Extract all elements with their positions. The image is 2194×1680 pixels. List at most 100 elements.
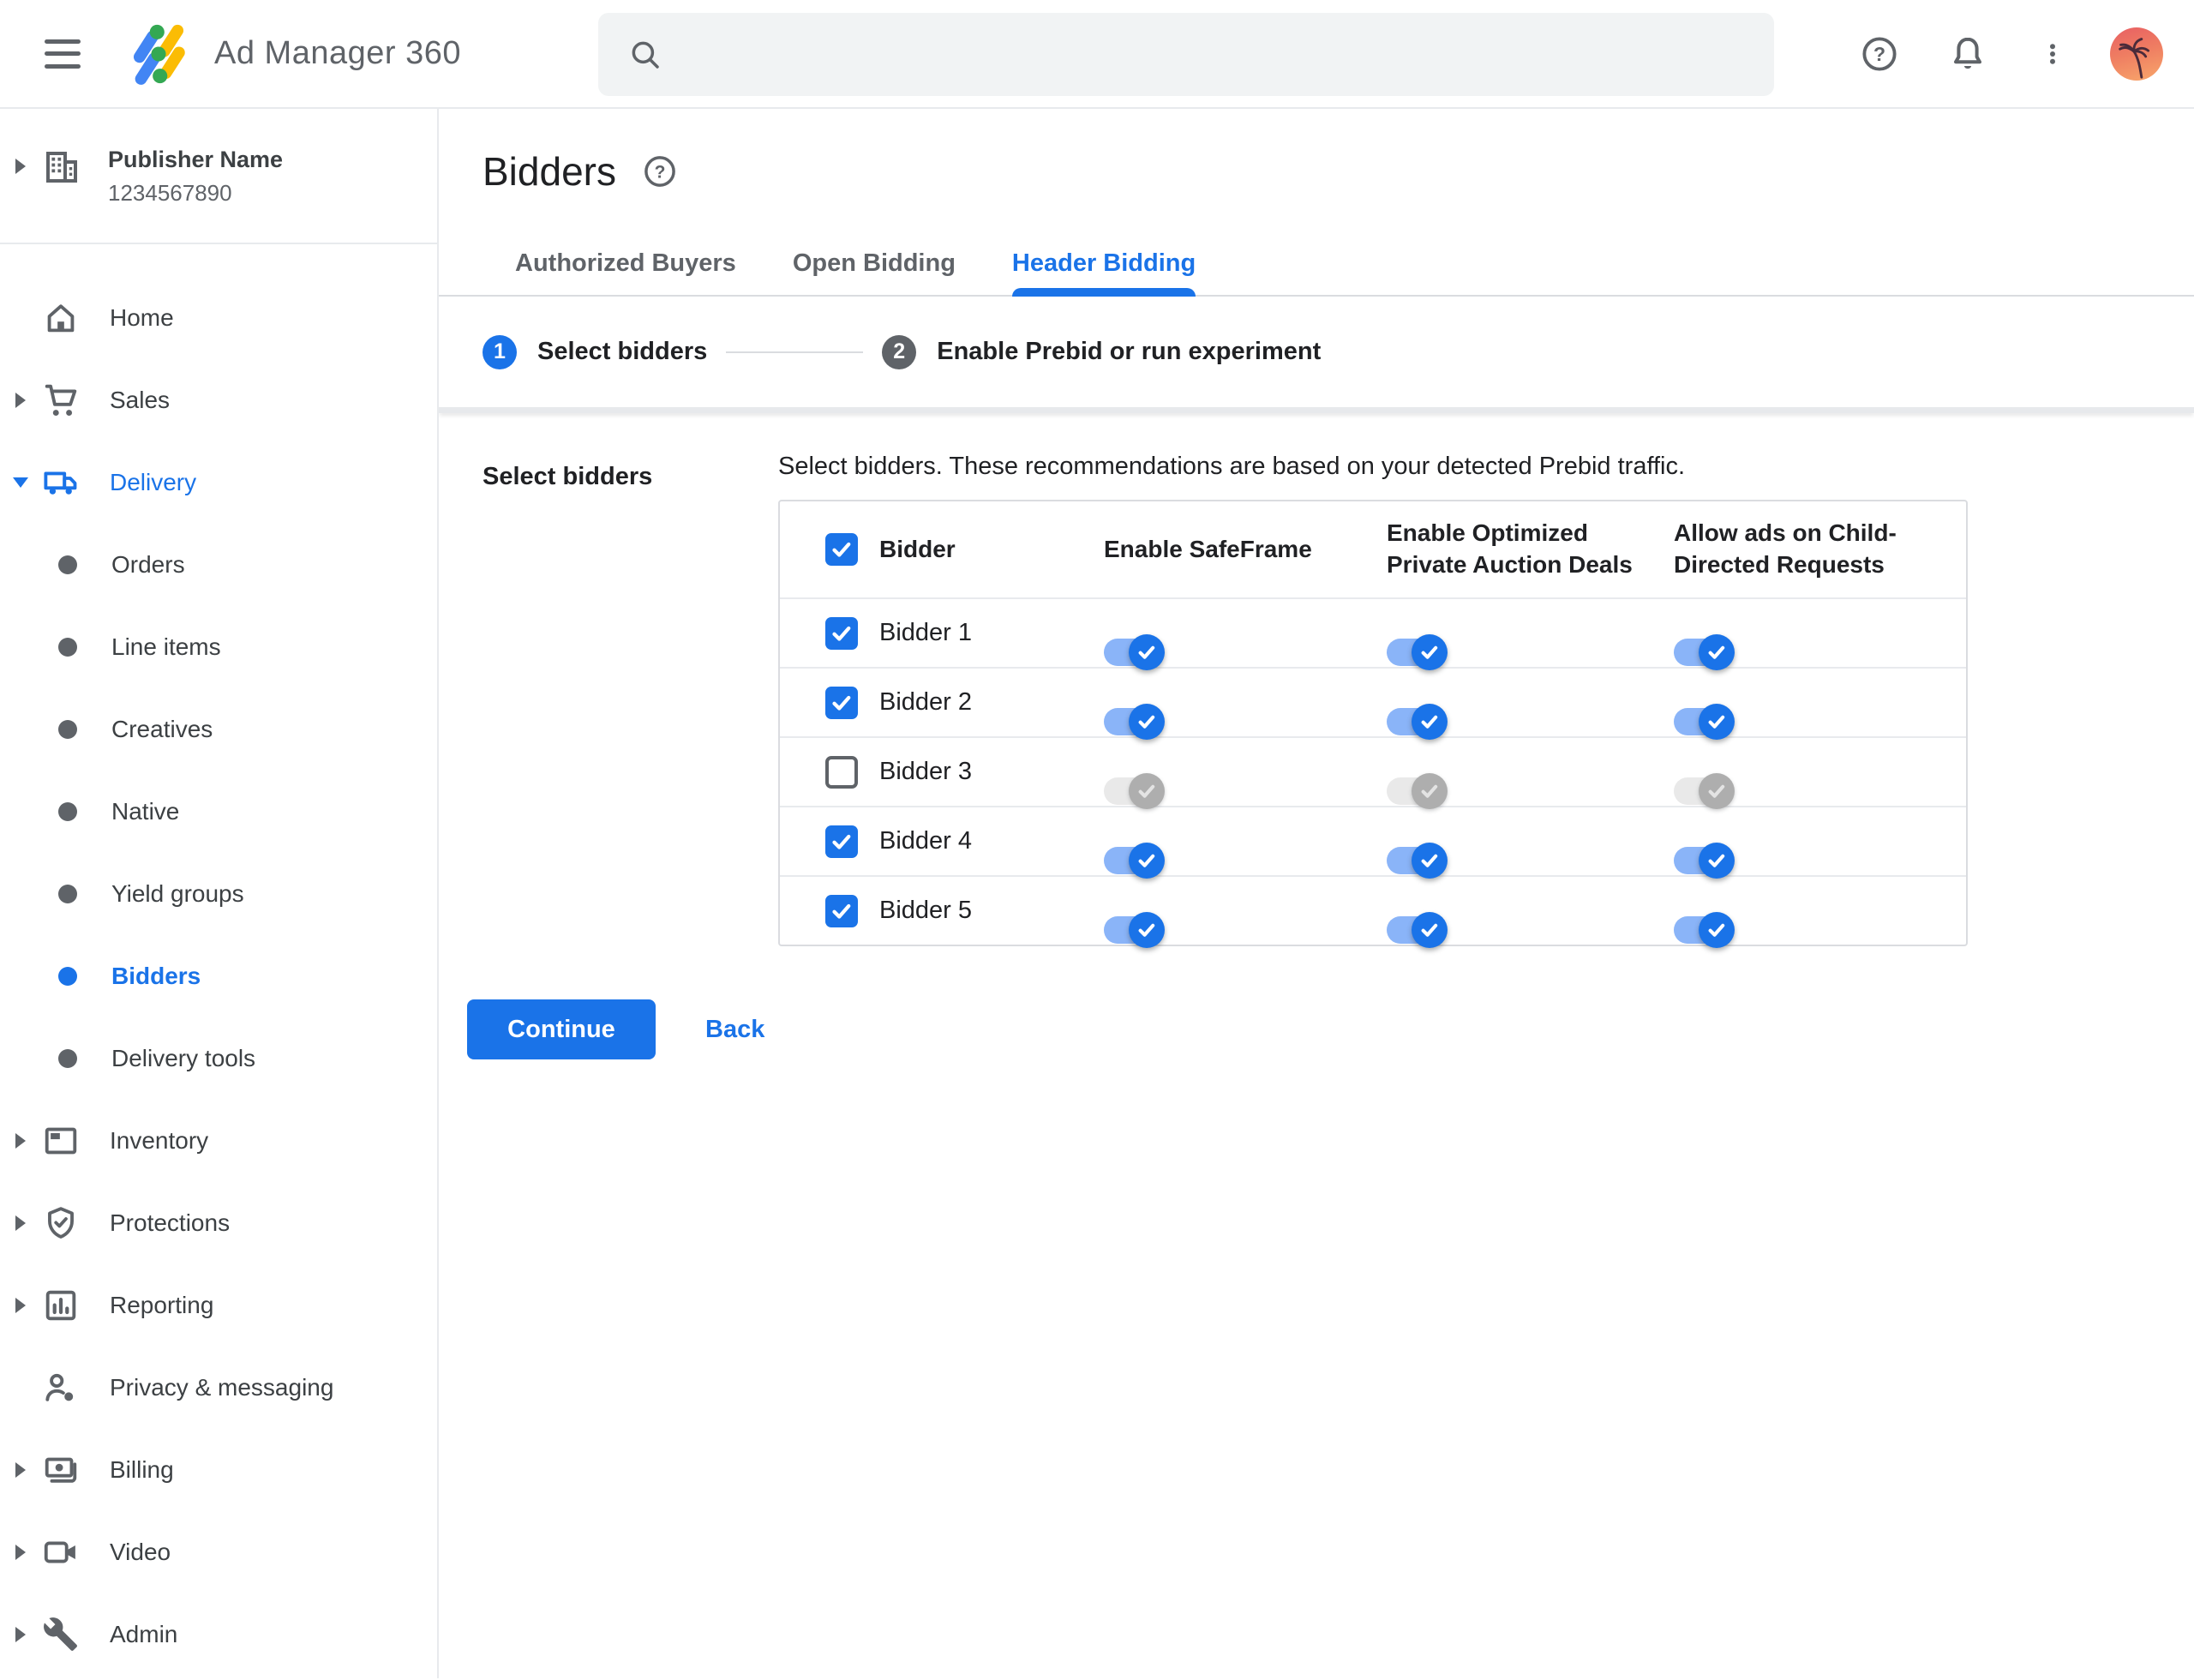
section-label: Select bidders xyxy=(483,463,653,490)
sidebar-item-video[interactable]: Video xyxy=(0,1511,437,1593)
sidebar-item-home[interactable]: Home xyxy=(0,277,437,359)
account-switcher[interactable]: Publisher Name 1234567890 xyxy=(0,109,437,208)
truck-icon xyxy=(44,471,77,495)
bidders-table: Bidder Enable SafeFrame Enable Optimized P… xyxy=(778,500,1968,948)
bullet-icon xyxy=(58,1049,77,1068)
sidebar-item-label: Admin xyxy=(110,1621,178,1647)
home-icon xyxy=(47,304,75,333)
search-icon xyxy=(632,41,659,69)
bullet-icon xyxy=(58,555,77,574)
sidebar-item-label: Delivery xyxy=(110,469,197,495)
sidebar-item-label: Line items xyxy=(111,633,221,660)
checkbox-bidder-1[interactable] xyxy=(825,616,858,650)
chevron-right-icon xyxy=(15,1215,26,1231)
main-content: Bidders ? Authorized Buyers Open Bidding H… xyxy=(439,109,2194,1678)
step-select-bidders[interactable]: 1 Select bidders xyxy=(483,334,707,369)
sidebar-item-admin[interactable]: Admin xyxy=(0,1593,437,1676)
top-app-bar: Ad Manager 360 ? xyxy=(0,0,2194,109)
sidebar-item-label: Bidders xyxy=(111,963,201,989)
checkbox-bidder-3[interactable] xyxy=(825,755,858,789)
app-title: Ad Manager 360 xyxy=(214,35,461,71)
bidder-name: Bidder 1 xyxy=(879,619,973,646)
bullet-icon xyxy=(58,720,77,739)
tab-open-bidding[interactable]: Open Bidding xyxy=(793,249,956,295)
page-title: Bidders xyxy=(483,149,616,194)
sidebar-item-delivery[interactable]: Delivery xyxy=(0,441,437,524)
sidebar-item-sales[interactable]: Sales xyxy=(0,359,437,441)
page-help-icon[interactable]: ? xyxy=(642,153,678,189)
column-header-allow-ads-on-child-directed-requests: Allow ads on Child-Directed Requests xyxy=(1674,519,1897,578)
video-camera-icon xyxy=(44,1541,75,1563)
sidebar-item-label: Protections xyxy=(110,1209,231,1236)
sidebar-item-orders[interactable]: Orders xyxy=(0,524,437,606)
sidebar-item-inventory[interactable]: Inventory xyxy=(0,1100,437,1182)
continue-button[interactable]: Continue xyxy=(467,999,656,1059)
step-number: 2 xyxy=(882,334,917,369)
search-input[interactable] xyxy=(663,13,1774,96)
notifications-bell-icon[interactable] xyxy=(1947,33,1988,75)
section-divider xyxy=(439,407,2194,413)
sidebar-item-reporting[interactable]: Reporting xyxy=(0,1264,437,1347)
chevron-right-icon xyxy=(15,159,26,174)
chevron-right-icon xyxy=(15,1545,26,1560)
sidebar-item-protections[interactable]: Protections xyxy=(0,1182,437,1264)
sidebar-item-native[interactable]: Native xyxy=(0,771,437,853)
svg-text:?: ? xyxy=(1873,43,1885,65)
search-bar[interactable] xyxy=(598,13,1774,96)
avatar[interactable] xyxy=(2110,27,2163,81)
bidder-name: Bidder 3 xyxy=(879,758,973,785)
select-all-checkbox[interactable] xyxy=(825,533,858,566)
stepper: 1 Select bidders 2 Enable Prebid or run e… xyxy=(439,297,2194,407)
table-header-row: Bidder Enable SafeFrame Enable Optimized P… xyxy=(780,501,1966,597)
overflow-kebab-icon[interactable] xyxy=(2040,33,2065,75)
help-icon[interactable]: ? xyxy=(1860,34,1899,74)
building-icon xyxy=(46,152,77,183)
bidder-name: Bidder 5 xyxy=(879,897,973,924)
sidebar-item-label: Yield groups xyxy=(111,880,244,907)
sidebar-item-billing[interactable]: Billing xyxy=(0,1429,437,1511)
column-header-bidder: Bidder xyxy=(879,535,956,562)
ad-manager-logo-icon xyxy=(133,24,185,85)
table-row-bidder-2: Bidder 2 xyxy=(780,667,1966,740)
sidebar-item-yield-groups[interactable]: Yield groups xyxy=(0,853,437,935)
sidebar-item-privacy-messaging[interactable]: Privacy & messaging xyxy=(0,1347,437,1429)
table-row-bidder-1: Bidder 1 xyxy=(780,597,1966,670)
checkbox-bidder-5[interactable] xyxy=(825,894,858,927)
tab-header-bidding[interactable]: Header Bidding xyxy=(1011,249,1196,297)
checkbox-bidder-2[interactable] xyxy=(825,686,858,719)
sidebar-item-label: Inventory xyxy=(110,1127,209,1154)
cart-icon xyxy=(45,384,77,417)
sidebar-item-creatives[interactable]: Creatives xyxy=(0,688,437,771)
publisher-name: Publisher Name xyxy=(108,147,284,172)
sidebar-item-label: Reporting xyxy=(110,1292,214,1318)
bullet-icon xyxy=(58,967,77,986)
sidebar-item-bidders[interactable]: Bidders xyxy=(0,935,437,1017)
inventory-icon xyxy=(45,1127,77,1155)
chevron-right-icon xyxy=(15,1462,26,1478)
chevron-right-icon xyxy=(15,1298,26,1313)
menu-icon[interactable] xyxy=(45,39,81,69)
checkbox-bidder-4[interactable] xyxy=(825,825,858,858)
chevron-right-icon xyxy=(15,393,26,408)
back-button[interactable]: Back xyxy=(705,1016,764,1044)
table-row-bidder-4: Bidder 4 xyxy=(780,806,1966,879)
sidebar-item-label: Orders xyxy=(111,551,185,578)
chevron-right-icon xyxy=(15,1133,26,1149)
bidder-name: Bidder 2 xyxy=(879,688,973,716)
sidebar-item-delivery-tools[interactable]: Delivery tools xyxy=(0,1017,437,1100)
chevron-right-icon xyxy=(15,1627,26,1642)
sidebar-item-label: Home xyxy=(110,304,174,331)
sidebar-item-label: Billing xyxy=(110,1456,174,1483)
bullet-icon xyxy=(58,638,77,657)
bullet-icon xyxy=(58,885,77,903)
sidebar: Publisher Name 1234567890 Home Sales Deliv… xyxy=(0,109,439,1678)
sidebar-item-label: Sales xyxy=(110,387,171,413)
tab-authorized-buyers[interactable]: Authorized Buyers xyxy=(515,249,736,295)
table-row-bidder-5: Bidder 5 xyxy=(780,875,1966,948)
step-number: 1 xyxy=(483,334,517,369)
bullet-icon xyxy=(58,802,77,821)
step-enable-prebid-or-run-experiment[interactable]: 2 Enable Prebid or run experiment xyxy=(882,334,1321,369)
step-connector xyxy=(726,351,864,353)
sidebar-item-line-items[interactable]: Line items xyxy=(0,606,437,688)
publisher-id: 1234567890 xyxy=(108,180,232,206)
